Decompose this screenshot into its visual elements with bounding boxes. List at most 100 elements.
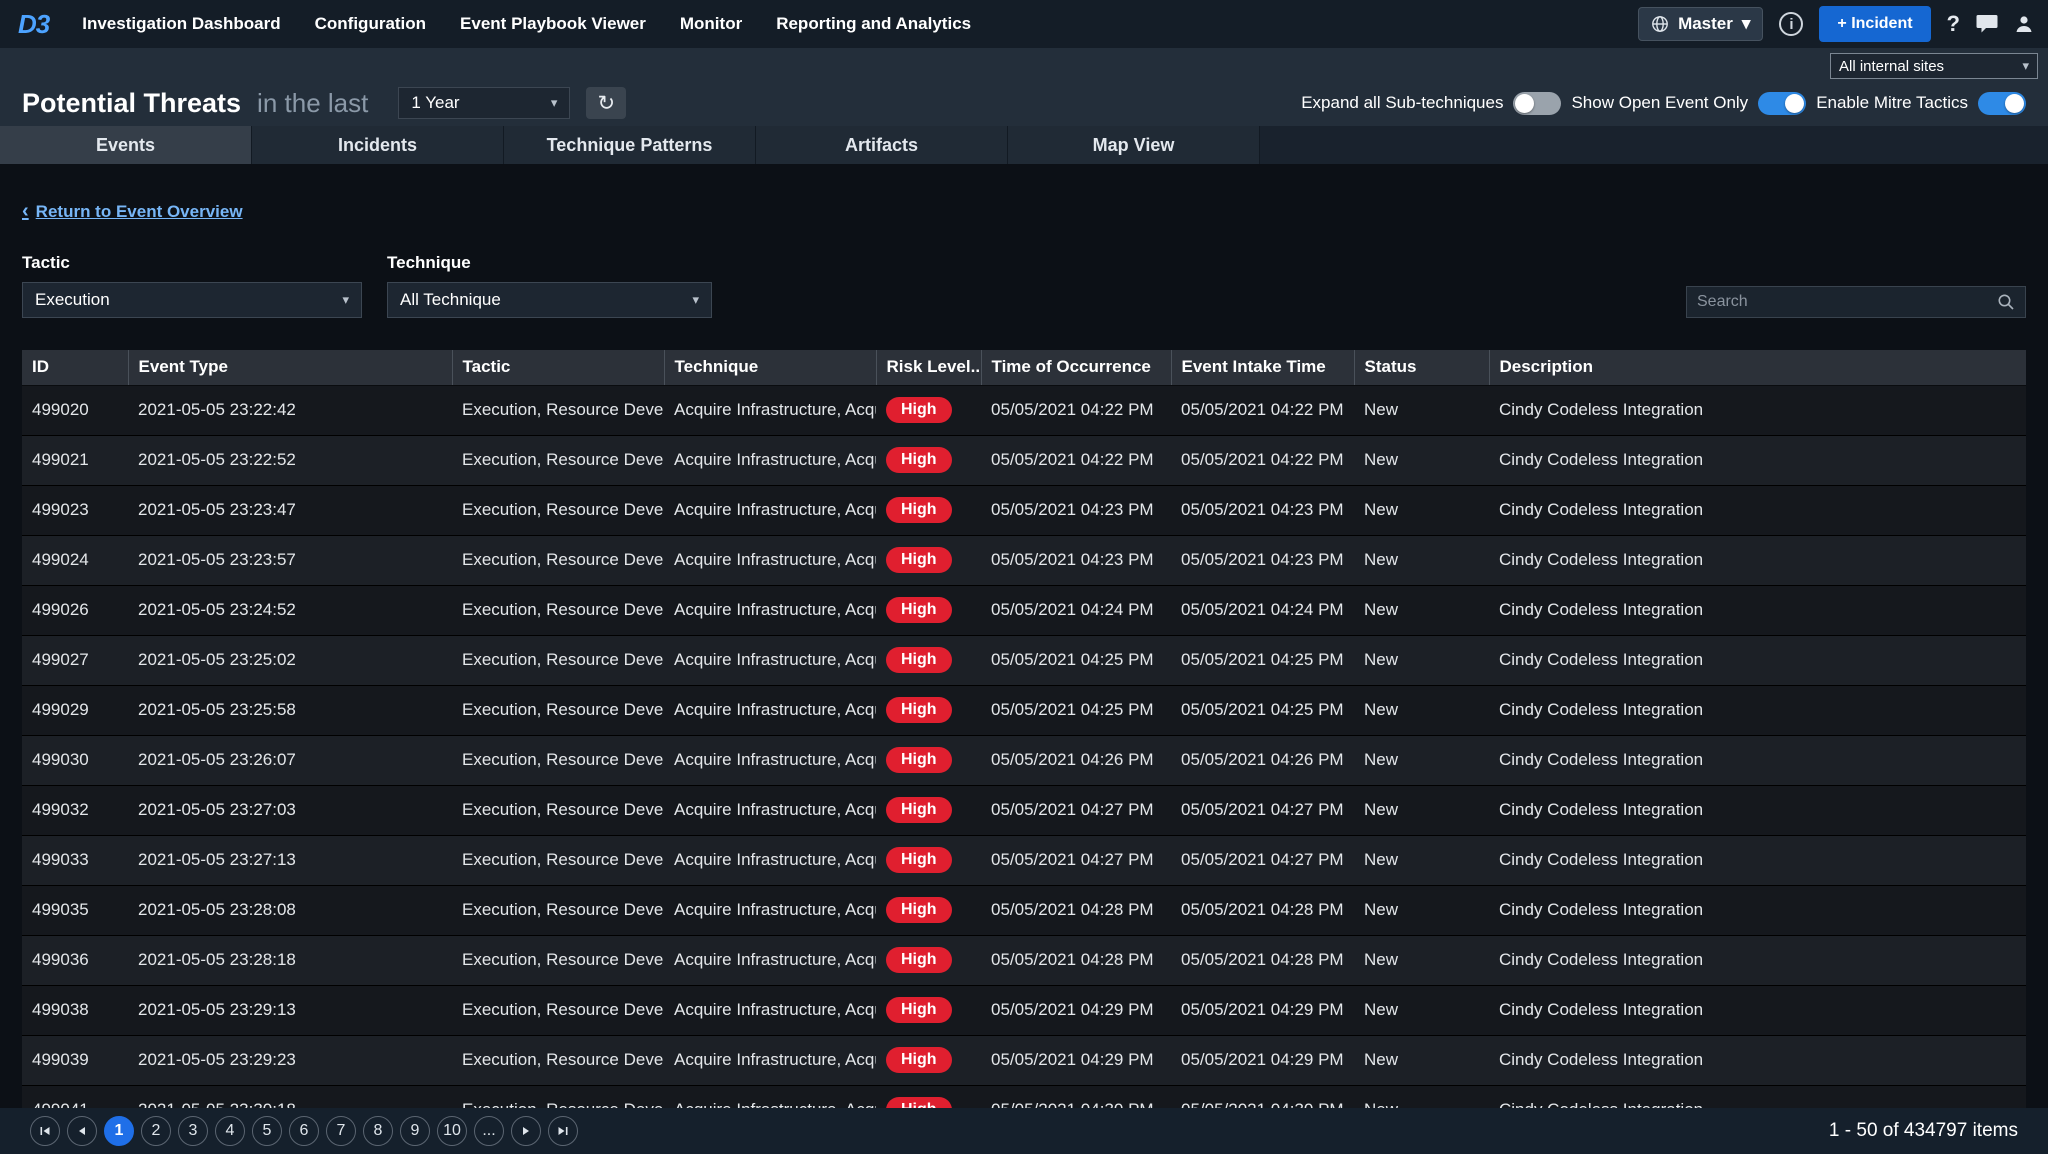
cell-tactic: Execution, Resource Developme [452, 985, 664, 1035]
table-row[interactable]: 499029 2021-05-05 23:25:58 Execution, Re… [22, 685, 2026, 735]
show-open-event-toggle[interactable] [1758, 92, 1806, 115]
risk-badge: High [886, 797, 952, 823]
page-button-3[interactable]: 3 [178, 1116, 208, 1146]
page-button-9[interactable]: 9 [400, 1116, 430, 1146]
col-header-id[interactable]: ID [22, 350, 128, 385]
next-page-button[interactable] [511, 1116, 541, 1146]
tab-technique-patterns[interactable]: Technique Patterns [504, 126, 756, 164]
page-button-10[interactable]: 10 [437, 1116, 467, 1146]
cell-description: Cindy Codeless Integration [1489, 735, 2026, 785]
page-button-1[interactable]: 1 [104, 1116, 134, 1146]
col-header-time-of-occurrence[interactable]: Time of Occurrence [981, 350, 1171, 385]
cell-risk-level: High [876, 735, 981, 785]
add-incident-button[interactable]: + Incident [1819, 6, 1930, 42]
nav-item-event-playbook-viewer[interactable]: Event Playbook Viewer [443, 14, 663, 34]
cell-status: New [1354, 435, 1489, 485]
table-row[interactable]: 499024 2021-05-05 23:23:57 Execution, Re… [22, 535, 2026, 585]
cell-event-intake-time: 05/05/2021 04:28 PM [1171, 935, 1354, 985]
col-header-description[interactable]: Description [1489, 350, 2026, 385]
table-row[interactable]: 499027 2021-05-05 23:25:02 Execution, Re… [22, 635, 2026, 685]
table-row[interactable]: 499032 2021-05-05 23:27:03 Execution, Re… [22, 785, 2026, 835]
col-header-tactic[interactable]: Tactic [452, 350, 664, 385]
cell-id: 499036 [22, 935, 128, 985]
events-table: ID Event Type Tactic Technique Risk Leve… [22, 350, 2026, 1136]
nav-item-monitor[interactable]: Monitor [663, 14, 759, 34]
cell-tactic: Execution, Resource Developme [452, 685, 664, 735]
cell-tactic: Execution, Resource Developme [452, 385, 664, 435]
col-header-status[interactable]: Status [1354, 350, 1489, 385]
table-row[interactable]: 499035 2021-05-05 23:28:08 Execution, Re… [22, 885, 2026, 935]
page-button-7[interactable]: 7 [326, 1116, 356, 1146]
cell-time-of-occurrence: 05/05/2021 04:29 PM [981, 985, 1171, 1035]
cell-tactic: Execution, Resource Developme [452, 885, 664, 935]
last-page-button[interactable] [548, 1116, 578, 1146]
table-row[interactable]: 499020 2021-05-05 23:22:42 Execution, Re… [22, 385, 2026, 435]
table-row[interactable]: 499021 2021-05-05 23:22:52 Execution, Re… [22, 435, 2026, 485]
expand-subtechniques-toggle[interactable] [1513, 92, 1561, 115]
table-row[interactable]: 499023 2021-05-05 23:23:47 Execution, Re… [22, 485, 2026, 535]
table-row[interactable]: 499026 2021-05-05 23:24:52 Execution, Re… [22, 585, 2026, 635]
previous-page-button[interactable] [67, 1116, 97, 1146]
col-header-event-intake-time[interactable]: Event Intake Time [1171, 350, 1354, 385]
tab-map-view[interactable]: Map View [1008, 126, 1260, 164]
cell-id: 499033 [22, 835, 128, 885]
info-icon[interactable]: i [1779, 12, 1803, 36]
d3-logo[interactable]: D3 [18, 9, 49, 40]
page-title: Potential Threats [22, 88, 241, 119]
cell-status: New [1354, 535, 1489, 585]
cell-event-intake-time: 05/05/2021 04:27 PM [1171, 835, 1354, 885]
cell-status: New [1354, 585, 1489, 635]
table-row[interactable]: 499039 2021-05-05 23:29:23 Execution, Re… [22, 1035, 2026, 1085]
col-header-technique[interactable]: Technique [664, 350, 876, 385]
page-button-4[interactable]: 4 [215, 1116, 245, 1146]
help-icon[interactable]: ? [1947, 11, 1960, 37]
cell-risk-level: High [876, 885, 981, 935]
first-page-button[interactable] [30, 1116, 60, 1146]
filters-row: Tactic Execution ▾ Technique All Techniq… [22, 253, 2026, 318]
page-button-5[interactable]: 5 [252, 1116, 282, 1146]
cell-risk-level: High [876, 585, 981, 635]
cell-risk-level: High [876, 1035, 981, 1085]
cell-time-of-occurrence: 05/05/2021 04:23 PM [981, 535, 1171, 585]
user-icon[interactable] [2014, 14, 2034, 34]
ellipsis-page-button[interactable]: ... [474, 1116, 504, 1146]
tab-events[interactable]: Events [0, 126, 252, 164]
technique-dropdown[interactable]: All Technique ▾ [387, 282, 712, 318]
time-range-value: 1 Year [411, 93, 459, 113]
page-button-2[interactable]: 2 [141, 1116, 171, 1146]
search-icon[interactable] [1997, 293, 2015, 311]
tactic-dropdown[interactable]: Execution ▾ [22, 282, 362, 318]
nav-item-investigation-dashboard[interactable]: Investigation Dashboard [65, 14, 297, 34]
cell-technique: Acquire Infrastructure, Acquire In [664, 885, 876, 935]
chevron-down-icon: ▾ [1742, 14, 1751, 34]
table-row[interactable]: 499036 2021-05-05 23:28:18 Execution, Re… [22, 935, 2026, 985]
return-to-event-overview-link[interactable]: ‹ Return to Event Overview [22, 200, 243, 223]
page-button-8[interactable]: 8 [363, 1116, 393, 1146]
col-header-event-type[interactable]: Event Type [128, 350, 452, 385]
site-selector[interactable]: All internal sites ▾ [1830, 53, 2038, 79]
tab-incidents[interactable]: Incidents [252, 126, 504, 164]
cell-description: Cindy Codeless Integration [1489, 885, 2026, 935]
chat-icon[interactable] [1976, 14, 1998, 34]
enable-mitre-tactics-toggle[interactable] [1978, 92, 2026, 115]
cell-status: New [1354, 785, 1489, 835]
cell-risk-level: High [876, 535, 981, 585]
cell-status: New [1354, 385, 1489, 435]
chevron-left-icon: ‹ [22, 200, 29, 223]
nav-item-configuration[interactable]: Configuration [298, 14, 443, 34]
page-button-6[interactable]: 6 [289, 1116, 319, 1146]
table-row[interactable]: 499038 2021-05-05 23:29:13 Execution, Re… [22, 985, 2026, 1035]
refresh-button[interactable]: ↻ [586, 87, 626, 119]
cell-technique: Acquire Infrastructure, Acquire In [664, 585, 876, 635]
master-dropdown[interactable]: Master ▾ [1638, 7, 1763, 41]
cell-technique: Acquire Infrastructure, Acquire In [664, 685, 876, 735]
time-range-dropdown[interactable]: 1 Year ▾ [398, 87, 570, 119]
col-header-risk-level[interactable]: Risk Level... [876, 350, 981, 385]
back-link-label: Return to Event Overview [36, 202, 243, 222]
tab-artifacts[interactable]: Artifacts [756, 126, 1008, 164]
cell-event-type: 2021-05-05 23:27:13 [128, 835, 452, 885]
table-row[interactable]: 499033 2021-05-05 23:27:13 Execution, Re… [22, 835, 2026, 885]
nav-item-reporting-analytics[interactable]: Reporting and Analytics [759, 14, 988, 34]
search-input[interactable] [1697, 293, 1997, 311]
table-row[interactable]: 499030 2021-05-05 23:26:07 Execution, Re… [22, 735, 2026, 785]
